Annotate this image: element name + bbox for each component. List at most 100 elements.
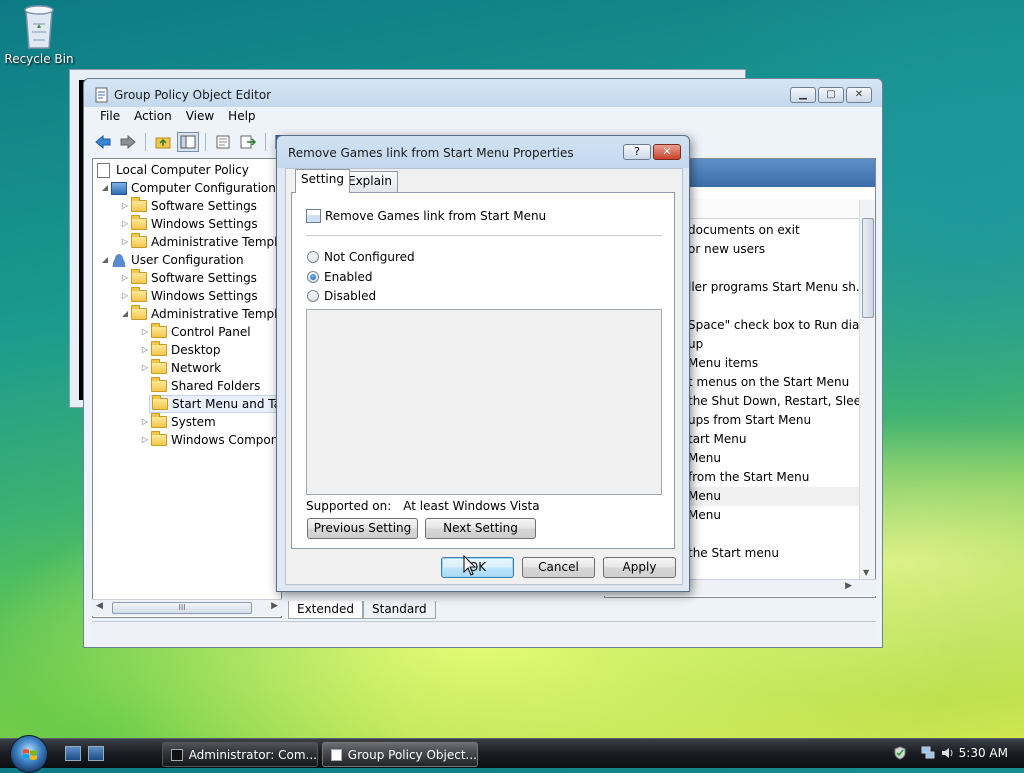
- minimize-button[interactable]: ▁: [790, 87, 816, 103]
- console-tree[interactable]: Local Computer Policy ◢ Computer Configu…: [92, 158, 282, 618]
- network-icon[interactable]: [921, 746, 935, 760]
- policy-name: Remove Games link from Start Menu: [325, 209, 547, 223]
- tree-node-system[interactable]: ▷ System: [139, 413, 216, 431]
- expand-arrow-icon[interactable]: ▷: [139, 359, 151, 377]
- next-setting-button[interactable]: Next Setting: [425, 518, 536, 539]
- folder-icon: [131, 215, 147, 230]
- tree-node-computer-configuration[interactable]: ◢ Computer Configuration: [99, 179, 276, 197]
- ok-button[interactable]: OK: [441, 557, 514, 578]
- folder-icon: [151, 413, 167, 428]
- folder-up-icon: [155, 137, 171, 149]
- expand-arrow-icon[interactable]: ▷: [119, 233, 131, 251]
- taskbar-item-group-policy[interactable]: Group Policy Object...: [322, 742, 478, 767]
- collapse-arrow-icon[interactable]: ◢: [119, 305, 131, 323]
- radio-button[interactable]: [307, 290, 319, 302]
- folder-icon: [151, 431, 167, 446]
- show-desktop-icon[interactable]: [65, 746, 81, 761]
- radio-button-selected[interactable]: [307, 271, 319, 283]
- folder-icon: [151, 359, 167, 374]
- tree-node-control-panel[interactable]: ▷ Control Panel: [139, 323, 251, 341]
- tree-node-computer-software-settings[interactable]: ▷ Software Settings: [119, 197, 257, 215]
- expand-arrow-icon[interactable]: ▷: [139, 431, 151, 449]
- menu-help[interactable]: Help: [222, 109, 261, 123]
- apply-button[interactable]: Apply: [603, 557, 676, 578]
- show-hide-tree-button[interactable]: [177, 132, 199, 152]
- switch-windows-icon[interactable]: [88, 746, 104, 761]
- properties-icon: [216, 135, 230, 149]
- radio-enabled[interactable]: Enabled: [307, 270, 373, 284]
- export-list-button[interactable]: [237, 132, 259, 152]
- menu-bar: File Action View Help: [94, 109, 262, 123]
- menu-view[interactable]: View: [180, 109, 220, 123]
- gpo-app-icon: [95, 87, 108, 103]
- cancel-button[interactable]: Cancel: [522, 557, 595, 578]
- dialog-close-button[interactable]: ✕: [653, 144, 681, 160]
- tree-node-shared-folders[interactable]: Shared Folders: [151, 377, 260, 395]
- supported-label: Supported on:: [306, 499, 392, 513]
- security-shield-icon[interactable]: [893, 746, 907, 760]
- maximize-button[interactable]: ▢: [818, 87, 844, 103]
- windows-logo-icon: [23, 749, 37, 760]
- radio-not-configured[interactable]: Not Configured: [307, 250, 415, 264]
- back-button[interactable]: [92, 132, 114, 152]
- collapse-arrow-icon[interactable]: ◢: [99, 251, 111, 269]
- recycle-bin-shortcut[interactable]: Recycle Bin: [4, 2, 74, 66]
- tree-node-user-software-settings[interactable]: ▷ Software Settings: [119, 269, 257, 287]
- tree-node-start-menu-and-taskbar[interactable]: Start Menu and Taskbar: [149, 395, 281, 413]
- dialog-help-button[interactable]: ?: [623, 144, 651, 160]
- user-icon: [111, 253, 127, 267]
- tree-node-user-windows-settings[interactable]: ▷ Windows Settings: [119, 287, 258, 305]
- collapse-arrow-icon[interactable]: ◢: [99, 179, 111, 197]
- properties-button[interactable]: [212, 132, 234, 152]
- tab-standard[interactable]: Standard: [363, 601, 436, 619]
- clock[interactable]: 5:30 AM: [959, 746, 1008, 760]
- policy-properties-dialog[interactable]: Remove Games link from Start Menu Proper…: [276, 135, 690, 592]
- expand-arrow-icon[interactable]: ▷: [119, 197, 131, 215]
- folder-icon: [131, 233, 147, 248]
- tab-explain[interactable]: Explain: [342, 171, 398, 192]
- scroll-left-arrow-icon[interactable]: ◀: [96, 601, 103, 611]
- recycle-bin-label: Recycle Bin: [4, 52, 74, 66]
- taskbar-item-command-prompt[interactable]: Administrator: Com...: [162, 742, 318, 767]
- expand-arrow-icon[interactable]: ▷: [119, 269, 131, 287]
- tree-node-local-computer-policy[interactable]: Local Computer Policy: [97, 161, 249, 179]
- scroll-thumb[interactable]: III: [112, 602, 252, 614]
- tree-horizontal-scrollbar[interactable]: ◀ III ▶: [92, 599, 282, 616]
- radio-disabled[interactable]: Disabled: [307, 289, 376, 303]
- scroll-right-arrow-icon[interactable]: ▶: [271, 601, 278, 611]
- folder-icon: [131, 305, 147, 320]
- scroll-right-arrow-icon[interactable]: ▶: [845, 581, 852, 591]
- expand-arrow-icon[interactable]: ▷: [139, 341, 151, 359]
- folder-icon: [151, 377, 167, 392]
- close-button[interactable]: ✕: [846, 87, 872, 103]
- list-vertical-scrollbar[interactable]: ▼: [859, 200, 875, 579]
- menu-action[interactable]: Action: [128, 109, 178, 123]
- tab-extended[interactable]: Extended: [288, 601, 363, 619]
- scroll-down-arrow-icon[interactable]: ▼: [863, 568, 869, 577]
- tree-node-network[interactable]: ▷ Network: [139, 359, 221, 377]
- tree-node-user-admin-templates[interactable]: ◢ Administrative Templates: [119, 305, 281, 323]
- forward-button[interactable]: [117, 132, 139, 152]
- volume-icon[interactable]: [941, 746, 955, 760]
- tab-setting[interactable]: Setting: [295, 169, 350, 193]
- dialog-title: Remove Games link from Start Menu Proper…: [288, 146, 574, 160]
- back-arrow-icon: [95, 135, 111, 149]
- folder-icon: [131, 287, 147, 302]
- previous-setting-button[interactable]: Previous Setting: [307, 518, 418, 539]
- system-tray: 5:30 AM: [885, 739, 1024, 769]
- tree-node-desktop[interactable]: ▷ Desktop: [139, 341, 221, 359]
- expand-arrow-icon[interactable]: ▷: [139, 323, 151, 341]
- up-folder-button[interactable]: [152, 132, 174, 152]
- tree-node-windows-components[interactable]: ▷ Windows Components: [139, 431, 281, 449]
- tree-node-user-configuration[interactable]: ◢ User Configuration: [99, 251, 244, 269]
- radio-button[interactable]: [307, 251, 319, 263]
- start-button[interactable]: [10, 735, 48, 773]
- expand-arrow-icon[interactable]: ▷: [119, 287, 131, 305]
- expand-arrow-icon[interactable]: ▷: [119, 215, 131, 233]
- policy-heading: Remove Games link from Start Menu: [306, 209, 546, 223]
- expand-arrow-icon[interactable]: ▷: [139, 413, 151, 431]
- vertical-scroll-thumb[interactable]: [862, 218, 874, 318]
- tree-node-computer-admin-templates[interactable]: ▷ Administrative Templates: [119, 233, 281, 251]
- tree-node-computer-windows-settings[interactable]: ▷ Windows Settings: [119, 215, 258, 233]
- menu-file[interactable]: File: [94, 109, 126, 123]
